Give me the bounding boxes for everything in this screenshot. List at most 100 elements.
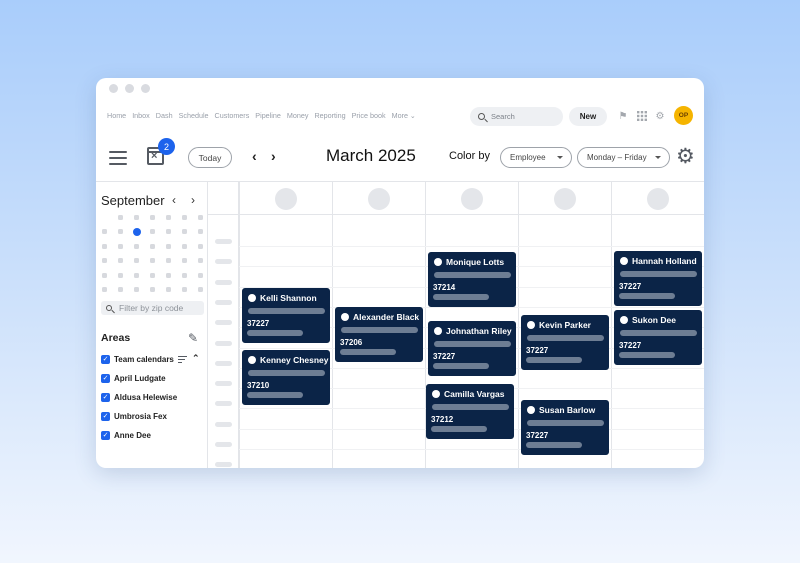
- mini-prev-chevron-icon[interactable]: ‹: [172, 193, 176, 207]
- event-card[interactable]: Alexander Black 37206: [335, 307, 423, 362]
- checkbox-checked-icon[interactable]: ✓: [101, 374, 110, 383]
- mini-calendar-day[interactable]: [134, 287, 139, 292]
- today-button[interactable]: Today: [188, 147, 232, 168]
- mini-calendar-day[interactable]: [198, 272, 203, 278]
- mini-calendar-day[interactable]: [150, 272, 155, 278]
- chevron-up-icon[interactable]: ⌃: [192, 353, 200, 364]
- edit-pencil-icon[interactable]: ✎: [188, 331, 198, 345]
- mini-calendar-day[interactable]: [166, 287, 171, 292]
- event-card[interactable]: Hannah Holland 37227: [614, 251, 702, 306]
- mini-calendar-day[interactable]: [166, 258, 171, 264]
- area-item-umbrosia-fex[interactable]: ✓ Umbrosia Fex: [101, 412, 167, 421]
- area-label: April Ludgate: [114, 374, 166, 383]
- mini-calendar-day[interactable]: [118, 272, 123, 278]
- mini-calendar-day[interactable]: [166, 215, 171, 220]
- calendar-settings-gear-icon[interactable]: ⚙: [676, 146, 695, 167]
- nav-item-pipeline[interactable]: Pipeline: [255, 111, 281, 120]
- area-item-aldusa-helewise[interactable]: ✓ Aldusa Helewise: [101, 393, 177, 402]
- mini-calendar-day[interactable]: [102, 272, 107, 278]
- nav-item-customers[interactable]: Customers: [215, 111, 250, 120]
- mini-calendar-day[interactable]: [198, 243, 203, 249]
- event-card[interactable]: Susan Barlow 37227: [521, 400, 609, 455]
- event-card[interactable]: Johnathan Riley 37227: [428, 321, 516, 376]
- area-item-anne-dee[interactable]: ✓ Anne Dee: [101, 431, 151, 440]
- nav-item-home[interactable]: Home: [107, 111, 126, 120]
- search-input[interactable]: Search: [470, 107, 563, 126]
- event-name: Kenney Chesney: [260, 355, 329, 365]
- nav-item-more[interactable]: More: [392, 111, 416, 120]
- mini-calendar-day[interactable]: [102, 287, 107, 292]
- mini-calendar-day[interactable]: [134, 272, 139, 278]
- nav-item-inbox[interactable]: Inbox: [132, 111, 150, 120]
- mini-calendar-day[interactable]: [166, 229, 171, 235]
- range-select[interactable]: Monday – Friday: [577, 147, 670, 168]
- sort-icon[interactable]: [178, 356, 187, 364]
- event-placeholder-bar: [341, 327, 418, 333]
- event-card[interactable]: Monique Lotts 37214: [428, 252, 516, 307]
- color-by-select[interactable]: Employee: [500, 147, 572, 168]
- checkbox-checked-icon[interactable]: ✓: [101, 355, 110, 364]
- event-card[interactable]: Sukon Dee 37227: [614, 310, 702, 365]
- mini-calendar-day[interactable]: [134, 215, 139, 220]
- nav-item-price-book[interactable]: Price book: [352, 111, 386, 120]
- mini-next-chevron-icon[interactable]: ›: [191, 193, 195, 207]
- event-card[interactable]: Kevin Parker 37227: [521, 315, 609, 370]
- chevron-down-icon: [557, 156, 563, 159]
- nav-item-money[interactable]: Money: [287, 111, 309, 120]
- event-card[interactable]: Camilla Vargas 37212: [426, 384, 514, 439]
- mini-calendar-day[interactable]: [134, 243, 139, 249]
- mini-calendar-day[interactable]: [118, 258, 123, 264]
- window-minimize-dot[interactable]: [125, 84, 134, 93]
- nav-item-reporting[interactable]: Reporting: [314, 111, 345, 120]
- window-maximize-dot[interactable]: [141, 84, 150, 93]
- mini-calendar-day[interactable]: [150, 243, 155, 249]
- nav-item-schedule[interactable]: Schedule: [179, 111, 209, 120]
- mini-calendar-day[interactable]: [118, 243, 123, 249]
- new-button[interactable]: New: [569, 107, 607, 126]
- user-avatar[interactable]: OP: [674, 106, 693, 125]
- mini-calendar-day[interactable]: [182, 229, 187, 235]
- event-card[interactable]: Kenney Chesney 37210: [242, 350, 330, 405]
- mini-calendar-day[interactable]: [198, 287, 203, 292]
- areas-title: Areas: [101, 332, 131, 344]
- mini-calendar-day[interactable]: [150, 258, 155, 264]
- mini-calendar-day[interactable]: [182, 258, 187, 264]
- nav-item-dash[interactable]: Dash: [156, 111, 173, 120]
- mini-calendar-day[interactable]: [134, 258, 139, 264]
- time-label-placeholder: [215, 462, 232, 468]
- window-close-dot[interactable]: [109, 84, 118, 93]
- area-item-team-calendars[interactable]: ✓ Team calendars: [101, 355, 174, 364]
- mini-calendar-day[interactable]: [102, 229, 107, 235]
- mini-calendar-day[interactable]: [166, 243, 171, 249]
- mini-calendar-day[interactable]: [182, 243, 187, 249]
- mini-calendar-day[interactable]: [198, 258, 203, 264]
- mini-calendar-day[interactable]: [182, 215, 187, 220]
- chevron-left-icon[interactable]: ‹: [252, 148, 257, 164]
- mini-calendar-day-selected[interactable]: [132, 227, 141, 236]
- mini-calendar-day[interactable]: [182, 287, 187, 292]
- apps-grid-icon[interactable]: [636, 110, 648, 122]
- area-item-april-ludgate[interactable]: ✓ April Ludgate: [101, 374, 166, 383]
- event-card[interactable]: Kelli Shannon 37227: [242, 288, 330, 343]
- mini-calendar-day[interactable]: [198, 215, 203, 220]
- checkbox-checked-icon[interactable]: ✓: [101, 431, 110, 440]
- menu-icon[interactable]: [109, 151, 127, 165]
- mini-calendar-day[interactable]: [166, 272, 171, 278]
- checkbox-checked-icon[interactable]: ✓: [101, 393, 110, 402]
- checkbox-checked-icon[interactable]: ✓: [101, 412, 110, 421]
- mini-calendar-day[interactable]: [182, 272, 187, 278]
- sidebar: September ‹ › Filter by zip code Areas ✎…: [96, 181, 208, 468]
- settings-gear-icon[interactable]: ⚙: [654, 110, 666, 122]
- mini-calendar-day[interactable]: [118, 287, 123, 292]
- zip-filter-input[interactable]: Filter by zip code: [101, 301, 204, 315]
- flask-icon[interactable]: ⚑: [617, 110, 629, 122]
- mini-calendar-day[interactable]: [150, 215, 155, 220]
- mini-calendar-day[interactable]: [150, 229, 155, 235]
- chevron-right-icon[interactable]: ›: [271, 148, 276, 164]
- mini-calendar-day[interactable]: [118, 229, 123, 235]
- mini-calendar-day[interactable]: [118, 215, 123, 220]
- mini-calendar-day[interactable]: [150, 287, 155, 292]
- mini-calendar-day[interactable]: [102, 243, 107, 249]
- mini-calendar-day[interactable]: [198, 229, 203, 235]
- mini-calendar-day[interactable]: [102, 258, 107, 264]
